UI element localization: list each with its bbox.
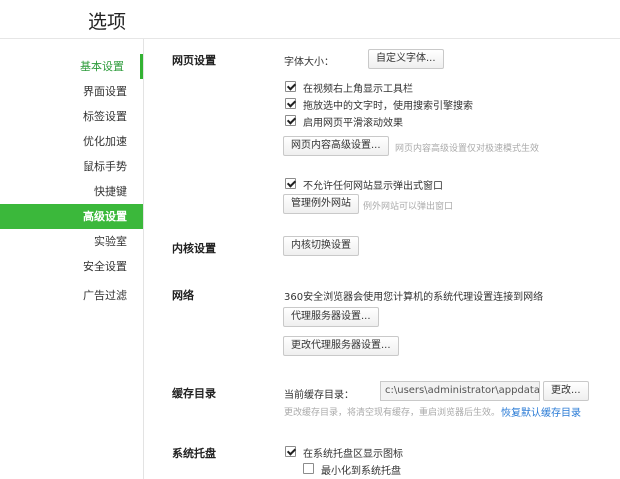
network-title: 网络 bbox=[172, 289, 194, 302]
cache-hint: 更改缓存目录，将清空现有缓存，重启浏览器后生效。 bbox=[284, 408, 501, 418]
sidebar-item-interface[interactable]: 界面设置 bbox=[0, 79, 143, 104]
web-settings-title: 网页设置 bbox=[172, 54, 216, 67]
window-title: 选项 bbox=[88, 11, 127, 33]
sidebar-item-advanced[interactable]: 高级设置 bbox=[0, 204, 143, 229]
drag-search-checkbox[interactable] bbox=[285, 98, 296, 109]
smooth-scroll-label: 启用网页平滑滚动效果 bbox=[303, 118, 403, 129]
content-advanced-button[interactable]: 网页内容高级设置... bbox=[283, 136, 389, 156]
proxy-settings-button[interactable]: 代理服务器设置... bbox=[283, 307, 379, 327]
window-header: 选项 bbox=[0, 0, 620, 39]
sidebar-item-optimize[interactable]: 优化加速 bbox=[0, 129, 143, 154]
settings-content: 网页设置 字体大小： 自定义字体... 在视频右上角显示工具栏 拖放选中的文字时… bbox=[144, 39, 620, 479]
restore-cache-link[interactable]: 恢复默认缓存目录 bbox=[501, 404, 581, 419]
change-proxy-button[interactable]: 更改代理服务器设置... bbox=[283, 336, 399, 356]
system-tray-title: 系统托盘 bbox=[172, 447, 216, 460]
tray-icon-label: 在系统托盘区显示图标 bbox=[303, 449, 403, 460]
minimize-to-tray-label: 最小化到系统托盘 bbox=[321, 466, 401, 477]
cache-current-label: 当前缓存目录： bbox=[284, 390, 354, 401]
sidebar-item-shortcuts[interactable]: 快捷键 bbox=[0, 179, 143, 204]
sidebar-item-tabs[interactable]: 标签设置 bbox=[0, 104, 143, 129]
sidebar-item-security[interactable]: 安全设置 bbox=[0, 254, 143, 279]
content-advanced-hint: 网页内容高级设置仅对极速模式生效 bbox=[395, 144, 540, 154]
smooth-scroll-checkbox[interactable] bbox=[285, 115, 296, 126]
cache-change-button[interactable]: 更改... bbox=[543, 381, 589, 401]
block-popups-checkbox[interactable] bbox=[285, 178, 296, 189]
tray-icon-checkbox[interactable] bbox=[285, 446, 296, 457]
custom-font-button[interactable]: 自定义字体... bbox=[368, 49, 444, 69]
toolbar-on-video-checkbox[interactable] bbox=[285, 81, 296, 92]
sidebar-item-basic[interactable]: 基本设置 bbox=[0, 54, 143, 79]
cache-dir-title: 缓存目录 bbox=[172, 387, 216, 400]
kernel-switch-button[interactable]: 内核切换设置 bbox=[283, 236, 359, 256]
font-size-label: 字体大小： bbox=[284, 57, 334, 68]
cache-path-field[interactable]: c:\users\administrator\appdata\roaming\3… bbox=[380, 381, 540, 401]
sidebar-item-lab[interactable]: 实验室 bbox=[0, 229, 143, 254]
sidebar-item-adblock[interactable]: 广告过滤 bbox=[0, 283, 143, 308]
manage-exceptions-button[interactable]: 管理例外网站 bbox=[283, 194, 359, 214]
toolbar-on-video-label: 在视频右上角显示工具栏 bbox=[303, 84, 413, 95]
sidebar-nav: 基本设置 界面设置 标签设置 优化加速 鼠标手势 快捷键 高级设置 实验室 安全… bbox=[0, 39, 144, 479]
network-description: 360安全浏览器会使用您计算机的系统代理设置连接到网络 bbox=[284, 292, 544, 303]
drag-search-label: 拖放选中的文字时，使用搜索引擎搜索 bbox=[303, 101, 473, 112]
sidebar-item-gestures[interactable]: 鼠标手势 bbox=[0, 154, 143, 179]
minimize-to-tray-checkbox[interactable] bbox=[303, 463, 314, 474]
exceptions-hint: 例外网站可以弹出窗口 bbox=[363, 202, 454, 212]
block-popups-label: 不允许任何网站显示弹出式窗口 bbox=[303, 181, 443, 192]
kernel-settings-title: 内核设置 bbox=[172, 242, 216, 255]
